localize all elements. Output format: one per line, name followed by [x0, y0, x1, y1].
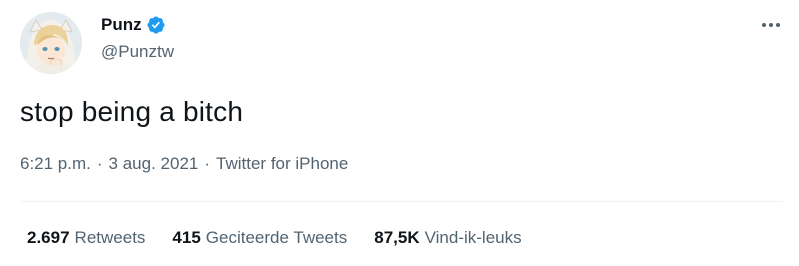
quote-tweets-count: 415: [172, 228, 201, 247]
likes-label: Vind-ik-leuks: [424, 228, 522, 247]
tweet-source[interactable]: Twitter for iPhone: [216, 154, 348, 174]
meta-separator: ·: [204, 154, 211, 173]
verified-badge-icon: [146, 15, 166, 35]
retweets-count: 2.697: [27, 228, 70, 247]
tweet-stats: 2.697 Retweets 415 Geciteerde Tweets 87,…: [27, 228, 549, 248]
retweets-stat[interactable]: 2.697 Retweets: [27, 228, 145, 248]
likes-stat[interactable]: 87,5K Vind-ik-leuks: [374, 228, 521, 248]
retweets-label: Retweets: [74, 228, 146, 247]
display-name[interactable]: Punz: [101, 15, 142, 35]
tweet-time[interactable]: 6:21 p.m.: [20, 154, 91, 174]
user-avatar[interactable]: [20, 12, 82, 74]
name-row: Punz: [101, 14, 166, 36]
more-options-button[interactable]: [756, 14, 786, 36]
quote-tweets-label: Geciteerde Tweets: [205, 228, 348, 247]
more-horizontal-icon: [762, 23, 780, 27]
tweet-card: Punz @Punztw stop being a bitch 6:21 p.m…: [0, 0, 799, 266]
user-handle[interactable]: @Punztw: [101, 42, 174, 62]
divider: [20, 201, 783, 202]
meta-separator: ·: [96, 154, 103, 173]
quote-tweets-stat[interactable]: 415 Geciteerde Tweets: [172, 228, 347, 248]
tweet-text: stop being a bitch: [20, 96, 244, 127]
tweet-meta: 6:21 p.m. · 3 aug. 2021 · Twitter for iP…: [20, 154, 348, 174]
avatar-image: [20, 12, 82, 74]
tweet-date[interactable]: 3 aug. 2021: [109, 154, 199, 174]
likes-count: 87,5K: [374, 228, 420, 247]
